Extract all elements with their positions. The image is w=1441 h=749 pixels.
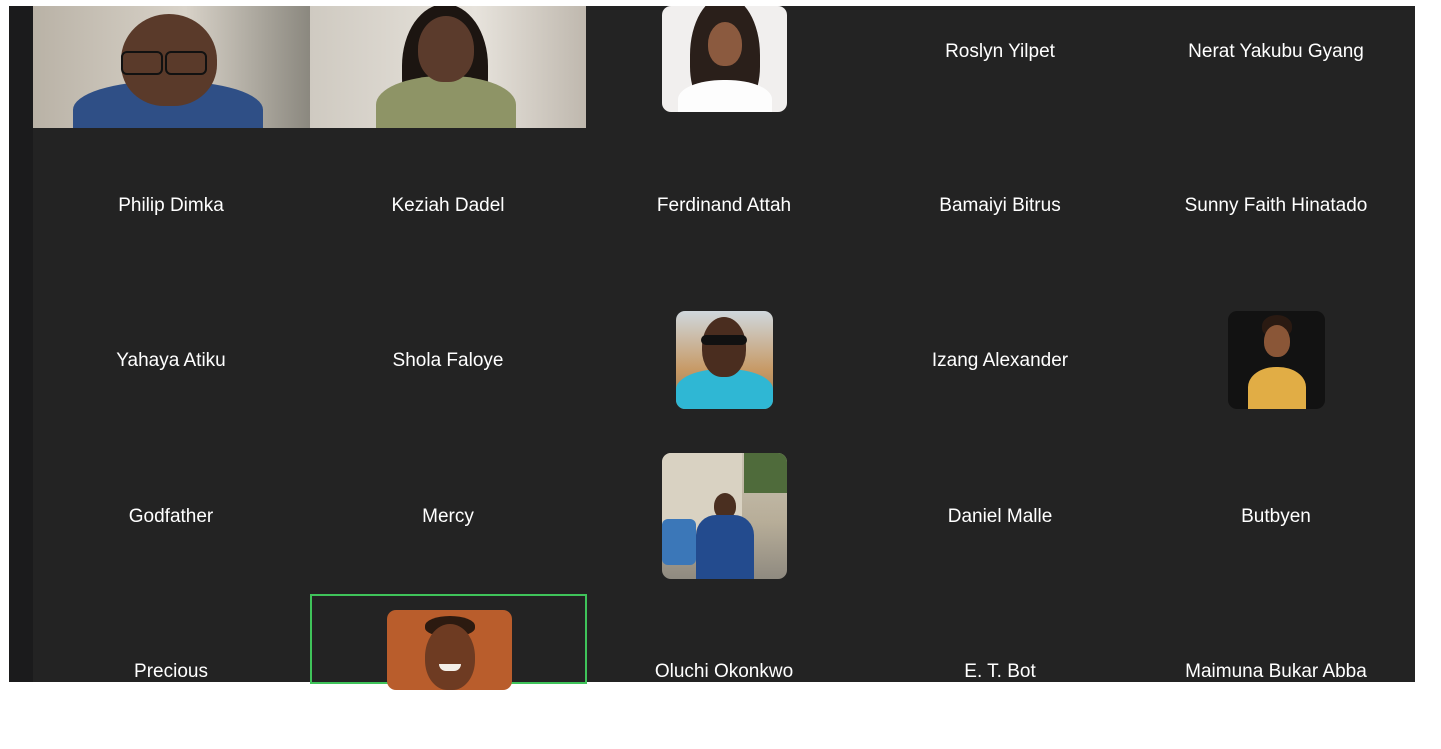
participant-face — [1264, 325, 1290, 357]
participant-name: E. T. Bot — [964, 660, 1036, 682]
participant-name: Godfather — [128, 505, 214, 527]
participant-name: Izang Alexander — [931, 349, 1069, 371]
participant-name: Nerat Yakubu Gyang — [1188, 40, 1364, 62]
participant-tile[interactable]: Daniel Malle — [862, 439, 1138, 594]
participant-face — [708, 22, 742, 66]
participant-avatar — [387, 610, 512, 690]
participant-silhouette — [376, 76, 516, 128]
participant-name: Daniel Malle — [947, 505, 1053, 527]
participant-silhouette — [696, 515, 754, 579]
glasses-icon — [121, 51, 163, 75]
glasses-icon — [165, 51, 207, 75]
participant-name: Philip Dimka — [118, 194, 224, 216]
participant-tile[interactable]: Butbyen — [1138, 439, 1414, 594]
participant-face — [425, 624, 475, 690]
smile — [439, 664, 461, 671]
participant-tile[interactable] — [586, 283, 862, 438]
participant-video-tile[interactable] — [310, 6, 586, 128]
participant-face — [418, 16, 474, 82]
participant-avatar — [662, 6, 787, 112]
participant-avatar — [676, 311, 773, 409]
car — [662, 519, 696, 565]
participant-name: Ferdinand Attah — [656, 194, 792, 216]
participant-tile[interactable]: E. T. Bot — [862, 594, 1138, 749]
meeting-window: Roslyn Yilpet Nerat Yakubu Gyang Philip … — [9, 6, 1415, 690]
participant-name: Sunny Faith Hinatado — [1184, 194, 1368, 216]
participant-tile[interactable] — [586, 439, 862, 594]
participant-tile[interactable]: Philip Dimka — [33, 128, 309, 283]
participant-tile[interactable]: Maimuna Bukar Abba — [1138, 594, 1414, 749]
participant-avatar — [1228, 311, 1325, 409]
participant-tile[interactable]: Shola Faloye — [310, 283, 586, 438]
participant-tile[interactable]: Sunny Faith Hinatado — [1138, 128, 1414, 283]
participant-name: Bamaiyi Bitrus — [939, 194, 1061, 216]
participant-name: Maimuna Bukar Abba — [1185, 660, 1367, 682]
participant-silhouette — [678, 80, 772, 112]
gallery-grid: Roslyn Yilpet Nerat Yakubu Gyang Philip … — [33, 6, 1415, 690]
participant-tile[interactable]: Nerat Yakubu Gyang — [1138, 0, 1414, 129]
participant-tile[interactable]: Oluchi Okonkwo — [586, 594, 862, 749]
participant-tile[interactable]: Yahaya Atiku — [33, 283, 309, 438]
participant-name: Mercy — [422, 505, 474, 527]
participant-video-tile[interactable] — [33, 6, 310, 128]
tree-foliage — [744, 453, 787, 493]
participant-name: Precious — [134, 660, 208, 682]
participant-silhouette — [1248, 367, 1306, 409]
participant-name: Keziah Dadel — [391, 194, 505, 216]
participant-face — [702, 317, 746, 377]
participant-name: Shola Faloye — [392, 349, 504, 371]
participant-avatar — [662, 453, 787, 579]
participant-tile[interactable]: Ferdinand Attah — [586, 128, 862, 283]
participant-name: Oluchi Okonkwo — [654, 660, 794, 682]
participant-tile[interactable] — [1138, 283, 1414, 438]
participant-tile[interactable]: Mercy — [310, 439, 586, 594]
participant-tile[interactable]: Precious — [33, 594, 309, 749]
participant-tile[interactable]: Keziah Dadel — [310, 128, 586, 283]
participant-name: Yahaya Atiku — [116, 349, 226, 371]
active-speaker-tile[interactable] — [310, 594, 587, 690]
glasses-icon — [701, 335, 747, 345]
participant-tile[interactable]: Roslyn Yilpet — [862, 0, 1138, 129]
participant-tile[interactable]: Izang Alexander — [862, 283, 1138, 438]
participant-name: Roslyn Yilpet — [945, 40, 1055, 62]
participant-tile[interactable]: Bamaiyi Bitrus — [862, 128, 1138, 283]
participant-name: Butbyen — [1241, 505, 1311, 527]
participant-tile[interactable]: Godfather — [33, 439, 309, 594]
